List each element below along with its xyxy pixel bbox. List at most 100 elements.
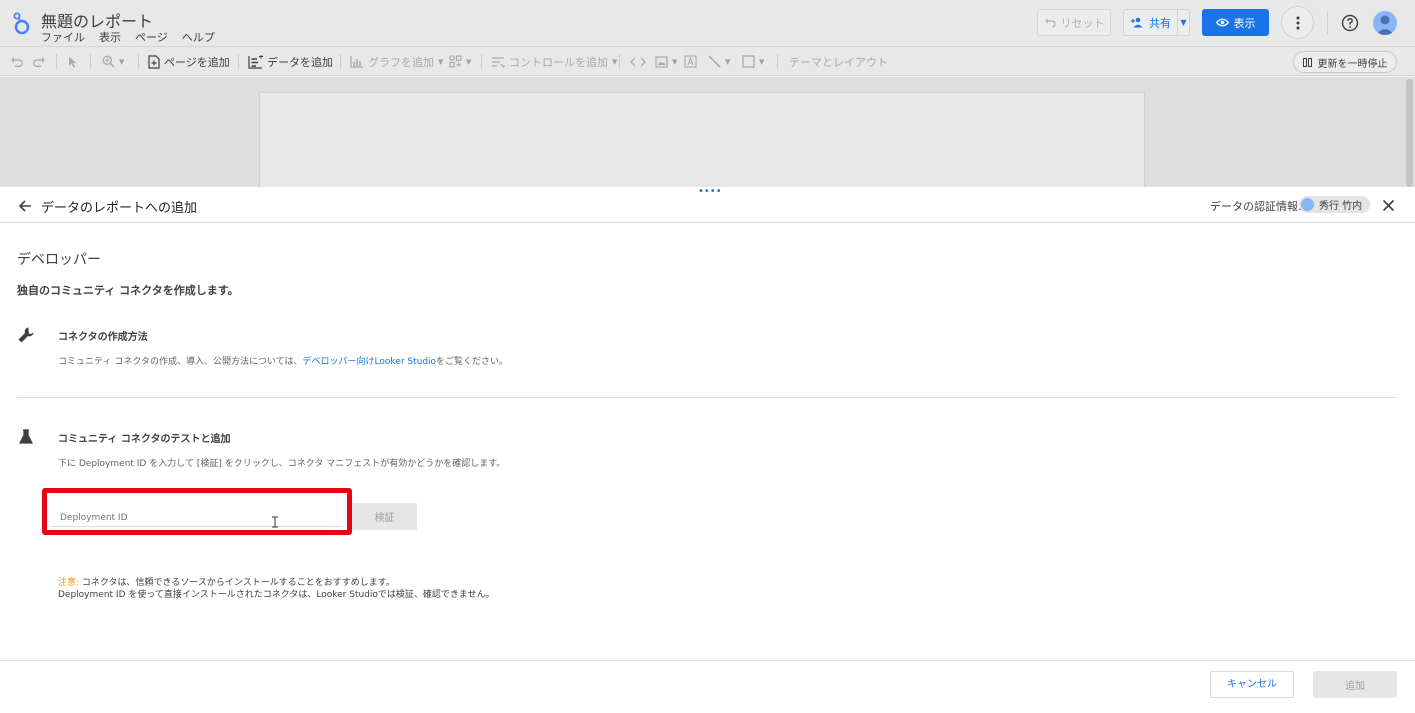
zoom-icon: [102, 55, 115, 68]
toolbar-divider: [138, 54, 139, 69]
reset-icon: [1044, 18, 1056, 28]
toolbar-divider: [238, 54, 239, 69]
security-note: 注意: コネクタは、信頼できるソースからインストールすることをおすすめします。 …: [58, 577, 495, 601]
avatar-icon[interactable]: [1373, 11, 1397, 35]
reset-button[interactable]: リセット: [1037, 9, 1111, 36]
report-canvas: [0, 77, 1415, 192]
add-control-button[interactable]: コントロールを追加 ▼: [491, 47, 617, 76]
toolbar: ▼ ページを追加 データを追加 グラフを追加 ▼ ▼ コントロールを追加 ▼ ▼…: [0, 46, 1415, 76]
menu-page[interactable]: ページ: [135, 29, 168, 45]
community-viz-button[interactable]: ▼: [449, 47, 471, 76]
view-button[interactable]: 表示: [1202, 9, 1269, 36]
canvas-scrollbar[interactable]: [1406, 79, 1413, 187]
add-chart-icon: [350, 56, 363, 68]
toolbar-divider: [481, 54, 482, 69]
looker-studio-logo-icon[interactable]: [10, 10, 32, 36]
community-viz-icon: [449, 55, 462, 68]
select-button[interactable]: [68, 47, 78, 76]
howto-desc-after: をご覧ください。: [436, 357, 509, 367]
add-chart-label: グラフを追加: [368, 55, 434, 69]
test-description: 下に Deployment ID を入力して [検証] をクリックし、コネクタ …: [58, 459, 506, 469]
image-button[interactable]: ▼: [655, 47, 677, 76]
control-icon: [492, 56, 505, 68]
toolbar-divider: [340, 54, 341, 69]
share-dropdown-button[interactable]: ▼: [1177, 9, 1190, 36]
back-arrow-icon[interactable]: [17, 198, 33, 214]
reset-label: リセット: [1060, 16, 1105, 30]
shape-button[interactable]: ▼: [742, 47, 764, 76]
add-page-icon: [148, 54, 160, 69]
credentials-chip[interactable]: 秀行 竹内: [1299, 196, 1371, 213]
zoom-button[interactable]: ▼: [102, 47, 124, 76]
chevron-down-icon: ▼: [725, 57, 731, 66]
line-button[interactable]: ▼: [708, 47, 730, 76]
app-header: 無題のレポート ファイル 表示 ページ ヘルプ リセット 共有 ▼ 表示: [0, 0, 1415, 46]
panel-resize-handle[interactable]: ••••: [698, 187, 722, 197]
howto-desc-before: コミュニティ コネクタの作成、導入、公開方法については、: [58, 357, 303, 367]
note-label: 注意:: [58, 578, 80, 588]
note-line-2: Deployment ID を使って直接インストールされたコネクタは、Looke…: [58, 590, 495, 600]
theme-layout-label: テーマとレイアウト: [789, 55, 888, 69]
more-vert-icon: [1296, 16, 1299, 29]
note-line-1: コネクタは、信頼できるソースからインストールすることをおすすめします。: [79, 578, 395, 588]
share-button[interactable]: 共有: [1123, 9, 1178, 36]
text-icon: [684, 55, 697, 68]
add-person-icon: [1131, 17, 1143, 28]
add-data-label: データを追加: [267, 55, 333, 69]
cancel-button[interactable]: キャンセル: [1210, 671, 1294, 698]
redo-button[interactable]: [33, 47, 46, 76]
chevron-down-icon: ▼: [759, 57, 765, 66]
chevron-down-icon: ▼: [438, 57, 444, 66]
test-title: コミュニティ コネクタのテストと追加: [58, 434, 231, 445]
report-page[interactable]: [259, 92, 1145, 192]
panel-title: データのレポートへの追加: [41, 201, 198, 216]
select-icon: [69, 56, 77, 67]
howto-description: コミュニティ コネクタの作成、導入、公開方法については、デベロッパー向けLook…: [58, 354, 508, 367]
developer-docs-link[interactable]: デベロッパー向けLooker Studio: [303, 357, 437, 367]
chevron-down-icon: ▼: [466, 57, 472, 66]
verify-button[interactable]: 検証: [352, 503, 417, 530]
header-divider: [1327, 12, 1328, 34]
undo-button[interactable]: [10, 47, 23, 76]
add-page-button[interactable]: ページを追加: [148, 47, 230, 76]
text-cursor-icon: [272, 516, 278, 528]
pause-icon: [1302, 57, 1312, 67]
embed-button[interactable]: [630, 47, 646, 76]
chevron-down-icon: ▼: [612, 57, 618, 66]
text-button[interactable]: [684, 47, 697, 76]
avatar-icon: [1301, 198, 1314, 211]
section-title: デベロッパー: [17, 252, 101, 268]
pause-updates-label: 更新を一時停止: [1317, 58, 1388, 70]
section-subtitle: 独自のコミュニティ コネクタを作成します。: [17, 284, 239, 297]
add-data-button[interactable]: データを追加: [248, 47, 333, 76]
view-label: 表示: [1233, 16, 1256, 30]
wrench-icon: [18, 327, 34, 343]
flask-icon: [19, 429, 33, 444]
menu-view[interactable]: 表示: [99, 29, 121, 45]
eye-icon: [1215, 18, 1229, 27]
add-control-label: コントロールを追加: [509, 55, 608, 69]
chevron-down-icon: ▼: [1180, 18, 1187, 27]
credentials-user: 秀行 竹内: [1319, 201, 1363, 212]
help-icon[interactable]: [1341, 14, 1359, 32]
theme-layout-button[interactable]: テーマとレイアウト: [789, 47, 888, 76]
share-label: 共有: [1149, 16, 1171, 30]
pause-updates-button[interactable]: 更新を一時停止: [1293, 51, 1397, 73]
add-data-panel: データのレポートへの追加 データの認証情報: 秀行 竹内 デベロッパー 独自のコ…: [0, 187, 1415, 713]
redo-icon: [33, 57, 45, 67]
credentials-label: データの認証情報:: [1210, 200, 1302, 213]
add-button[interactable]: 追加: [1313, 671, 1397, 698]
menu-file[interactable]: ファイル: [41, 29, 85, 45]
howto-title: コネクタの作成方法: [58, 332, 148, 343]
close-icon[interactable]: [1382, 199, 1395, 212]
menu-help[interactable]: ヘルプ: [182, 29, 215, 45]
highlight-annotation: [42, 488, 352, 535]
add-chart-button[interactable]: グラフを追加 ▼: [350, 47, 443, 76]
more-options-button[interactable]: [1281, 6, 1314, 39]
add-data-icon: [248, 54, 263, 69]
toolbar-divider: [90, 54, 91, 69]
image-icon: [655, 55, 668, 68]
line-icon: [708, 55, 721, 68]
chevron-down-icon: ▼: [119, 57, 125, 66]
menu-bar: ファイル 表示 ページ ヘルプ: [41, 29, 229, 45]
